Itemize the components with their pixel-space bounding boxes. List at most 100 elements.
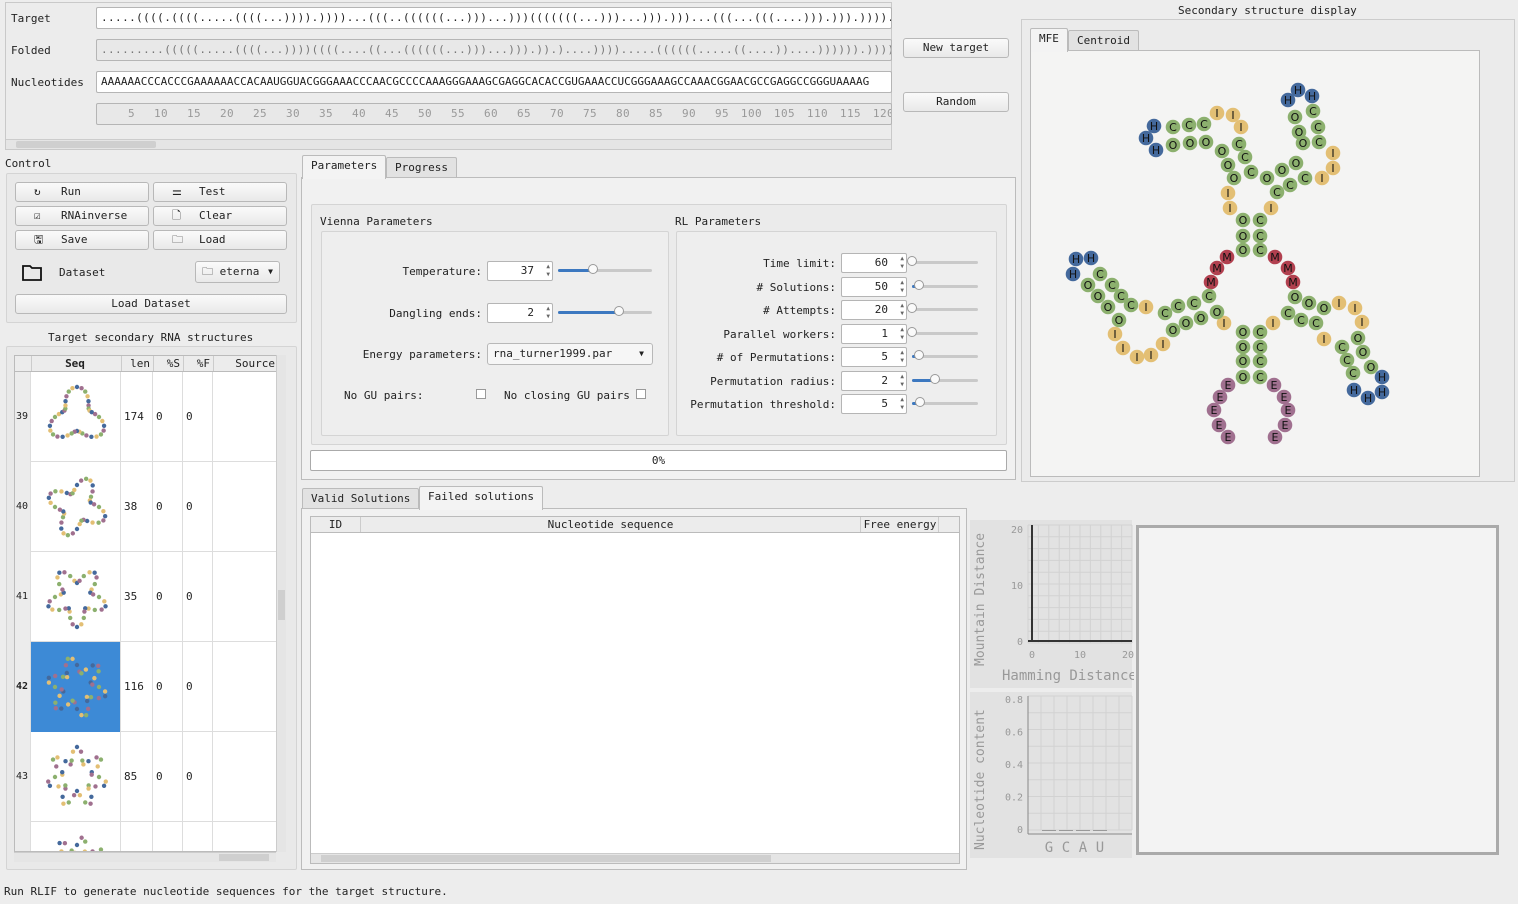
thumbnail-node: [62, 570, 67, 575]
thumbnail-node: [47, 783, 53, 788]
thumbnail-node: [46, 779, 51, 784]
thumbnail-node: [80, 758, 85, 763]
thumbnail-node: [92, 675, 97, 681]
thumbnail-node: [99, 607, 104, 612]
nucleotide-node: O: [1287, 289, 1303, 305]
nucleotide-letter: C: [1174, 300, 1182, 313]
nucleotide-node: M: [1209, 260, 1225, 276]
nucleotide-letter: C: [1297, 314, 1305, 327]
nucleotide-letter: C: [1256, 341, 1264, 354]
cell-id: 41: [15, 552, 31, 642]
thumbnail-node: [55, 755, 60, 760]
cell-len: 116: [121, 642, 153, 732]
nucleotide-letter: H: [1087, 252, 1095, 265]
nucleotide-letter: O: [1169, 139, 1178, 152]
column-free-energy[interactable]: Free energy: [862, 517, 939, 532]
nucleotide-node: E: [1206, 402, 1222, 418]
thumbnail-node: [59, 489, 64, 494]
thumbnail-node: [70, 698, 75, 703]
nucleotide-node: E: [1266, 377, 1282, 393]
nucleotide-letter: O: [1084, 279, 1093, 292]
thumbnail-node: [52, 684, 58, 690]
thumbnail-node: [102, 689, 108, 694]
table-row[interactable]: 41 35 0 0: [15, 552, 276, 642]
nucleotide-letter: O: [1224, 159, 1233, 172]
thumbnail-node: [90, 663, 95, 668]
thumbnail-node: [83, 800, 88, 805]
cell-s: 0: [153, 732, 183, 822]
nucleotide-letter: H: [1378, 371, 1386, 384]
bars-category: A: [1079, 840, 1088, 856]
nucleotide-letter: I: [1228, 202, 1231, 215]
nucleotide-letter: O: [1367, 361, 1376, 374]
column-sequence[interactable]: Nucleotide sequence: [361, 517, 861, 532]
table-row[interactable]: 42 116 0 0: [15, 642, 276, 732]
thumbnail-node: [53, 700, 58, 705]
nucleotide-letter: I: [1222, 317, 1225, 330]
column-id[interactable]: ID: [311, 517, 361, 532]
nucleotide-letter: O: [1182, 317, 1191, 330]
nucleotide-letter: O: [1202, 136, 1211, 149]
nucleotide-node: I: [1265, 315, 1281, 331]
thumbnail-node: [79, 835, 84, 840]
nucleotide-node: C: [1165, 119, 1181, 135]
nucleotide-node: I: [1354, 314, 1370, 330]
table-row[interactable]: [15, 822, 276, 851]
thumbnail-node: [83, 712, 89, 718]
thumbnail-node: [86, 786, 91, 791]
tab-mfe[interactable]: MFE: [1030, 28, 1068, 52]
scatter-ytick: 10: [1011, 581, 1023, 592]
tab-valid-solutions[interactable]: Valid Solutions: [302, 488, 420, 510]
tab-failed-solutions[interactable]: Failed solutions: [419, 486, 543, 510]
table-row[interactable]: 43 85 0 0: [15, 732, 276, 822]
thumbnail-node: [52, 594, 58, 600]
nucleotide-node: C: [1243, 164, 1259, 180]
nucleotide-letter: O: [1354, 332, 1363, 345]
tab-parameters[interactable]: Parameters: [302, 155, 387, 179]
nucleotide-letter: C: [1256, 371, 1264, 384]
thumbnail-node: [74, 624, 80, 630]
thumbnail-node: [60, 770, 65, 775]
nucleotide-node: C: [1280, 305, 1296, 321]
thumbnail-node: [90, 682, 95, 687]
thumbnail-node: [102, 693, 108, 699]
nucleotide-node: E: [1280, 402, 1296, 418]
thumbnail-node: [46, 675, 52, 681]
nucleotide-node: C: [1237, 149, 1253, 165]
nucleotide-node: I: [1138, 299, 1154, 315]
nucleotide-node: C: [1231, 136, 1247, 152]
solutions-hscrollbar[interactable]: [311, 853, 959, 863]
nucleotide-letter: O: [1239, 371, 1248, 384]
nucleotide-node: O: [1235, 339, 1251, 355]
nucleotide-node: O: [1235, 353, 1251, 369]
nucleotide-node: O: [1235, 212, 1251, 228]
thumbnail-node: [96, 695, 102, 701]
thumbnail-node: [82, 609, 87, 614]
nucleotide-node: H: [1374, 384, 1390, 400]
thumbnail-node: [98, 757, 104, 762]
thumbnail-node: [89, 772, 94, 777]
nucleotide-node: O: [1165, 322, 1181, 338]
cell-f: [183, 822, 213, 851]
thumbnail-node: [57, 693, 62, 699]
targets-hscrollbar[interactable]: [14, 852, 276, 862]
thumbnail-node: [59, 526, 64, 531]
cell-source: [213, 642, 276, 732]
nucleotide-node: C: [1252, 369, 1268, 385]
nucleotide-node: I: [1263, 200, 1279, 216]
nucleotide-letter: I: [1331, 162, 1334, 175]
thumbnail-node: [77, 521, 82, 527]
nucleotide-letter: O: [1213, 306, 1222, 319]
bars-background: [970, 692, 1132, 858]
scatter-xtick: 10: [1074, 650, 1086, 661]
structure-thumbnail: [31, 642, 121, 732]
thumbnail-node: [60, 587, 65, 592]
thumbnail-node: [96, 684, 102, 690]
nucleotide-node: C: [1311, 134, 1327, 150]
thumbnail-node: [53, 489, 58, 494]
nucleotide-letter: I: [1353, 302, 1356, 315]
thumbnail-node: [101, 783, 107, 788]
nucleotide-node: I: [1155, 336, 1171, 352]
nucleotide-letter: C: [1338, 341, 1346, 354]
nucleotide-node: O: [1209, 304, 1225, 320]
